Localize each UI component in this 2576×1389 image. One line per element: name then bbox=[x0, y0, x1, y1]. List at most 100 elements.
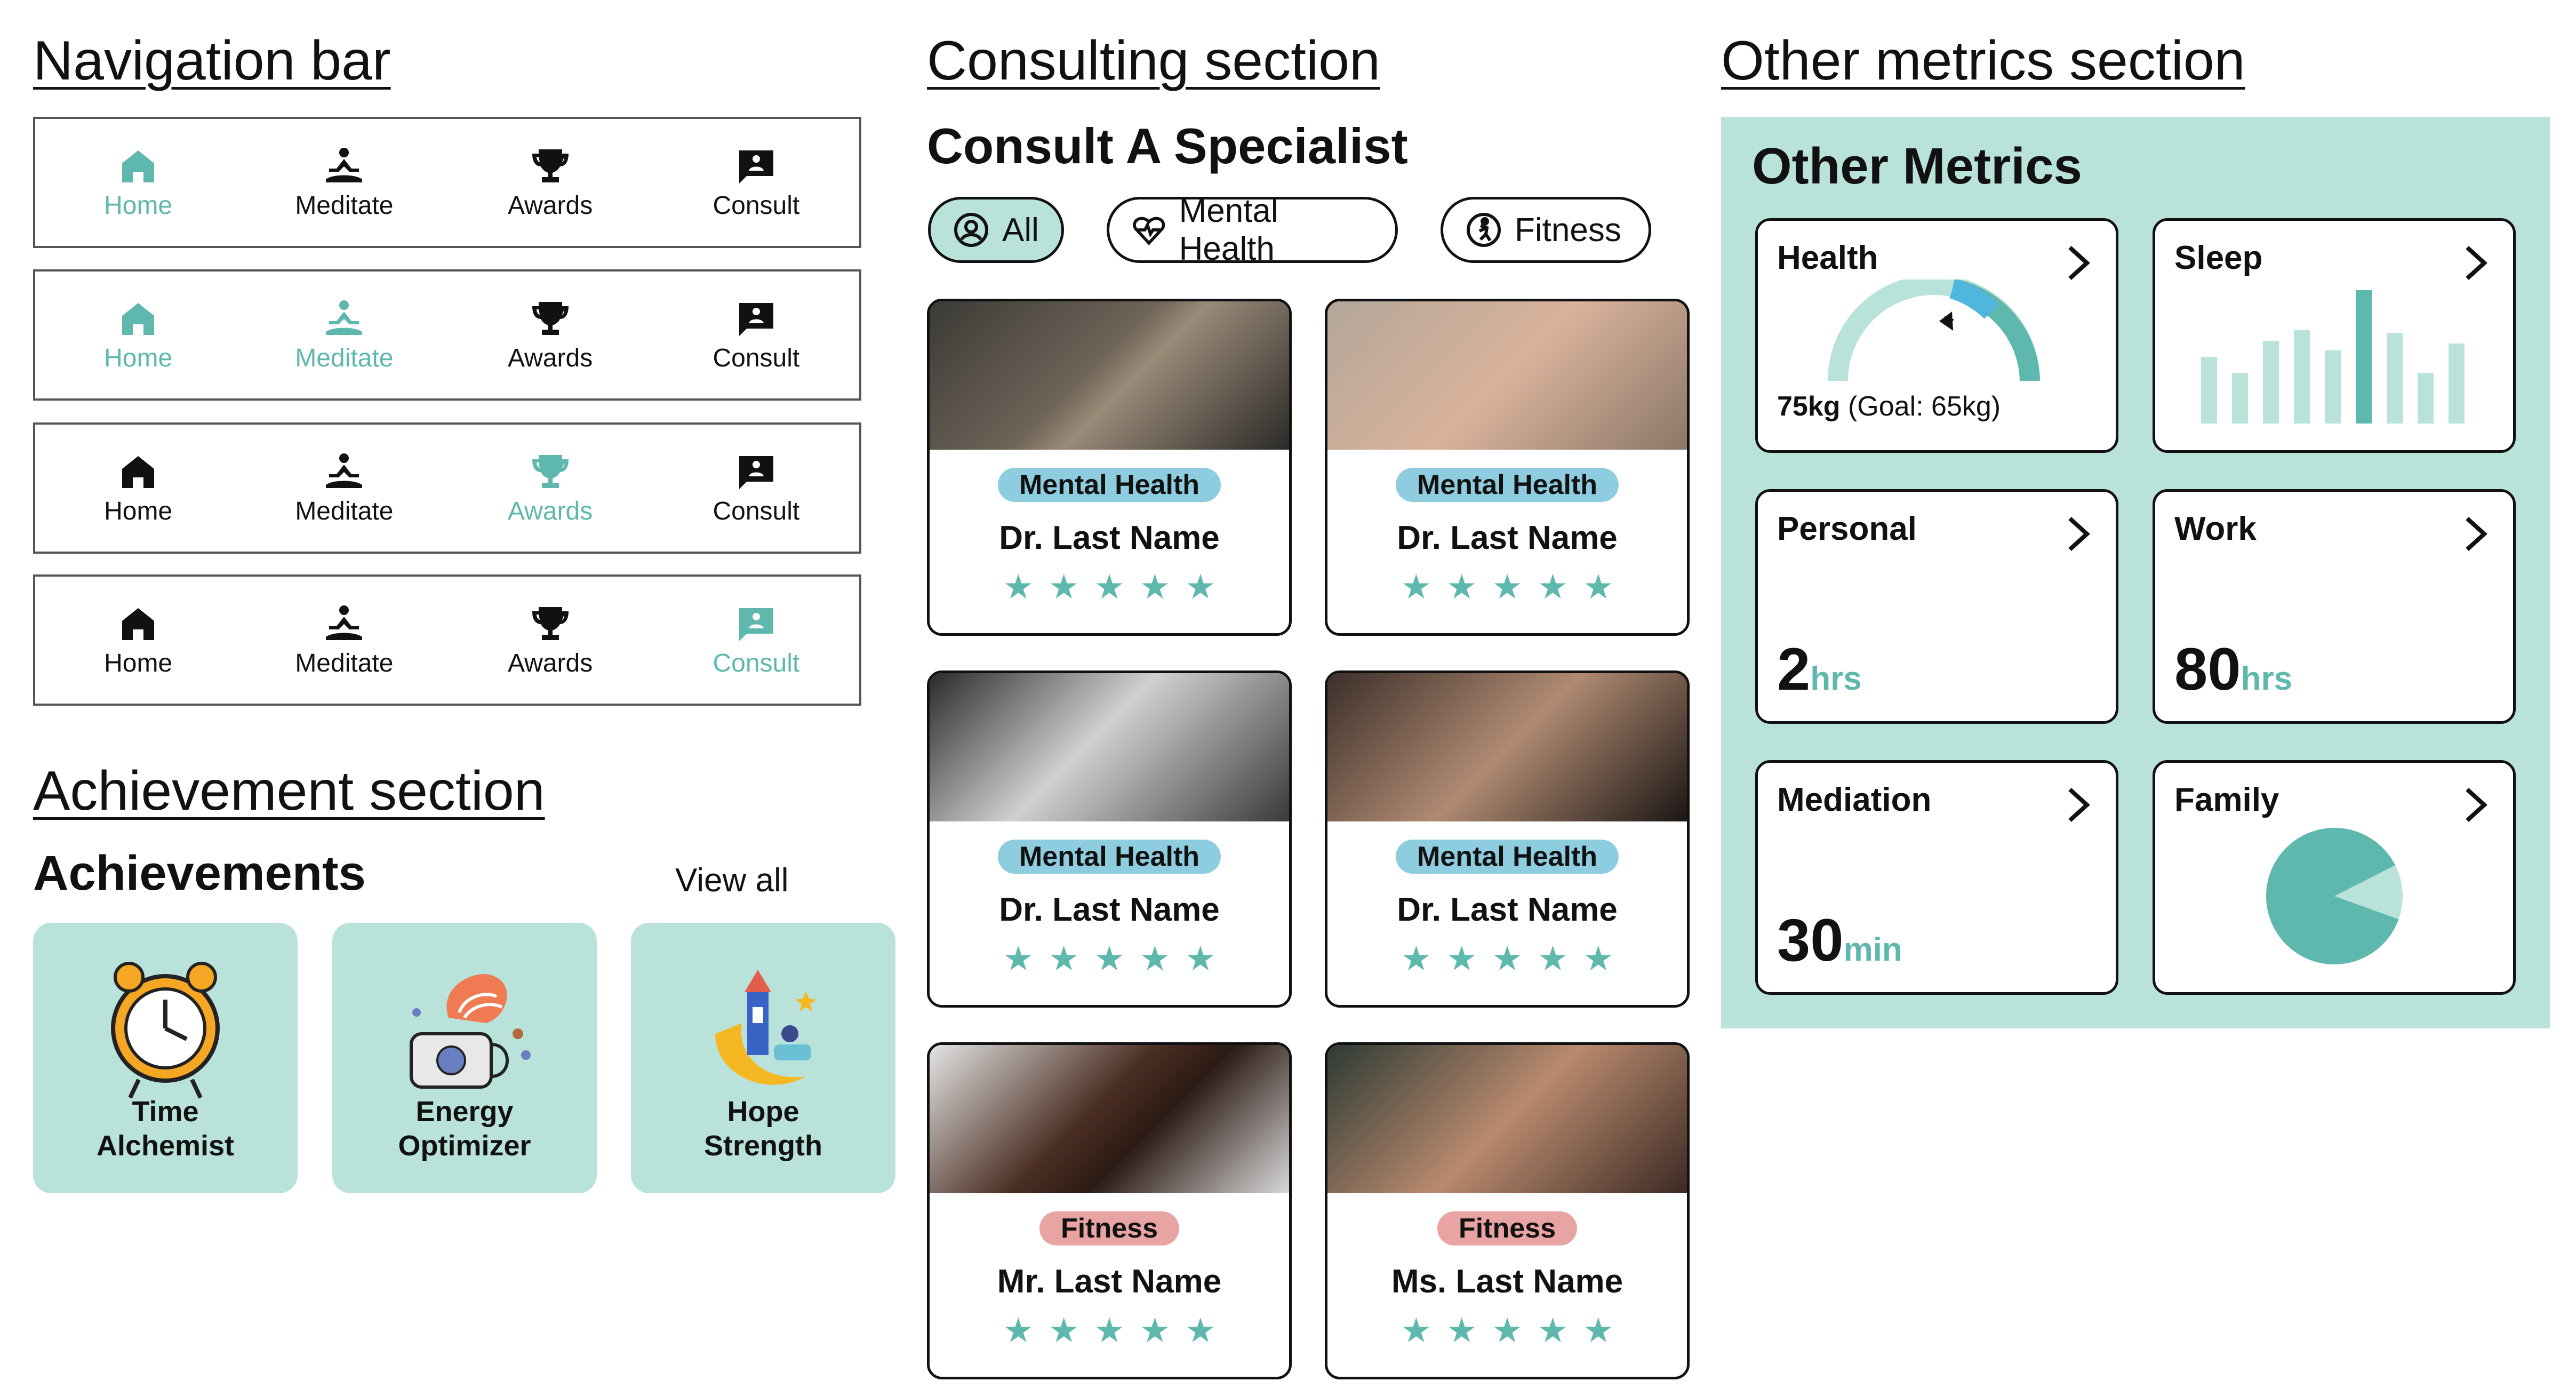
health-goal: (Goal: 65kg) bbox=[1847, 391, 2001, 422]
metric-title: Sleep bbox=[2174, 240, 2263, 276]
specialist-photo bbox=[930, 301, 1289, 450]
metric-unit: hrs bbox=[2241, 660, 2293, 697]
achievement-name-line1: Energy bbox=[415, 1096, 514, 1128]
metric-card-mediation[interactable]: Mediation 30min bbox=[1755, 760, 2118, 995]
star-icon: ★ bbox=[1003, 1311, 1049, 1350]
nav-item-meditate[interactable]: Meditate bbox=[264, 603, 424, 678]
star-icon: ★ bbox=[1048, 568, 1094, 606]
nav-item-label: Home bbox=[104, 649, 173, 677]
rating-stars: ★★★★★ bbox=[930, 1311, 1289, 1351]
metrics-title: Other Metrics bbox=[1752, 138, 2082, 195]
home-icon bbox=[122, 150, 155, 182]
metric-value-row: 30min bbox=[1777, 906, 1902, 975]
specialist-card[interactable]: Mental Health Dr. Last Name ★★★★★ bbox=[927, 299, 1292, 636]
sleep-bar bbox=[2325, 350, 2341, 424]
nav-item-label: Consult bbox=[713, 191, 800, 220]
star-icon: ★ bbox=[1185, 1311, 1231, 1350]
user-circle-icon bbox=[954, 213, 988, 247]
star-icon: ★ bbox=[1048, 939, 1094, 978]
metric-card-health[interactable]: Health 75kg (Goal: 65kg) bbox=[1755, 218, 2118, 453]
specialist-card[interactable]: Mental Health Dr. Last Name ★★★★★ bbox=[1325, 670, 1690, 1008]
meditate-icon bbox=[326, 300, 363, 335]
specialist-name: Dr. Last Name bbox=[999, 891, 1220, 928]
navigation-bar: Home Meditate Awards Consult bbox=[33, 269, 861, 401]
nav-item-home[interactable]: Home bbox=[58, 145, 218, 220]
metric-title: Personal bbox=[1777, 510, 1917, 547]
achievement-card-hope-strength[interactable]: Hope Strength bbox=[631, 923, 895, 1193]
rating-stars: ★★★★★ bbox=[1327, 939, 1687, 979]
star-icon: ★ bbox=[1446, 568, 1492, 606]
specialist-category-tag: Mental Health bbox=[997, 468, 1221, 502]
nav-item-consult[interactable]: Consult bbox=[676, 145, 836, 220]
metric-card-sleep[interactable]: Sleep bbox=[2153, 218, 2516, 453]
metric-title: Family bbox=[2174, 781, 2279, 818]
awards-icon bbox=[532, 301, 569, 335]
metric-card-family[interactable]: Family bbox=[2153, 760, 2516, 995]
view-all-link[interactable]: View all bbox=[675, 861, 789, 899]
nav-item-meditate[interactable]: Meditate bbox=[264, 298, 424, 373]
filter-chip-mental-health[interactable]: Mental Health bbox=[1107, 193, 1398, 267]
nav-item-meditate[interactable]: Meditate bbox=[264, 145, 424, 220]
nav-item-consult[interactable]: Consult bbox=[676, 451, 836, 526]
metric-card-personal[interactable]: Personal 2hrs bbox=[1755, 489, 2118, 724]
nav-item-label: Meditate bbox=[295, 191, 394, 220]
specialist-card[interactable]: Mental Health Dr. Last Name ★★★★★ bbox=[927, 670, 1292, 1008]
nav-item-awards[interactable]: Awards bbox=[470, 603, 630, 678]
awards-icon bbox=[532, 454, 569, 488]
sleep-bar-chart bbox=[2201, 290, 2465, 424]
coffee-cup-icon bbox=[410, 974, 531, 1089]
metric-value: 30 bbox=[1777, 907, 1844, 973]
filter-chip-fitness[interactable]: Fitness bbox=[1441, 197, 1651, 263]
specialist-photo bbox=[930, 673, 1289, 821]
chevron-right-icon bbox=[2466, 788, 2487, 822]
sleep-bar bbox=[2449, 344, 2465, 424]
achievement-card-energy-optimizer[interactable]: Energy Optimizer bbox=[332, 923, 597, 1193]
navigation-bar: Home Meditate Awards Consult bbox=[33, 422, 861, 554]
specialist-category-tag: Fitness bbox=[1437, 1211, 1578, 1246]
nav-item-awards[interactable]: Awards bbox=[470, 298, 630, 373]
specialist-photo bbox=[930, 1045, 1289, 1193]
specialist-card[interactable]: Fitness Ms. Last Name ★★★★★ bbox=[1325, 1042, 1690, 1379]
filter-chip-all[interactable]: All bbox=[928, 197, 1064, 263]
nav-item-consult[interactable]: Consult bbox=[676, 298, 836, 373]
nav-item-awards[interactable]: Awards bbox=[470, 145, 630, 220]
star-icon: ★ bbox=[1583, 1311, 1629, 1350]
metric-title: Health bbox=[1777, 240, 1878, 276]
star-icon: ★ bbox=[1537, 939, 1583, 978]
specialist-photo bbox=[1327, 1045, 1687, 1193]
nav-item-home[interactable]: Home bbox=[58, 298, 218, 373]
metric-card-work[interactable]: Work 80hrs bbox=[2153, 489, 2516, 724]
nav-item-home[interactable]: Home bbox=[58, 451, 218, 526]
chevron-right-icon bbox=[2068, 517, 2090, 551]
home-icon bbox=[122, 302, 155, 335]
nav-item-label: Awards bbox=[508, 649, 593, 677]
star-icon: ★ bbox=[1537, 568, 1583, 606]
star-icon: ★ bbox=[1537, 1311, 1583, 1350]
star-icon: ★ bbox=[1401, 939, 1446, 978]
achievement-name-line2: Alchemist bbox=[96, 1130, 235, 1162]
star-icon: ★ bbox=[1003, 568, 1049, 606]
nav-item-consult[interactable]: Consult bbox=[676, 603, 836, 678]
nav-item-meditate[interactable]: Meditate bbox=[264, 451, 424, 526]
nav-item-label: Home bbox=[104, 497, 173, 525]
rating-stars: ★★★★★ bbox=[930, 939, 1289, 979]
awards-icon bbox=[532, 606, 569, 640]
star-icon: ★ bbox=[1048, 1311, 1094, 1350]
nav-item-home[interactable]: Home bbox=[58, 603, 218, 678]
chevron-right-icon bbox=[2466, 246, 2487, 280]
specialist-name: Dr. Last Name bbox=[1397, 891, 1618, 928]
sleep-bar bbox=[2263, 341, 2279, 424]
achievement-card-time-alchemist[interactable]: Time Alchemist bbox=[33, 923, 298, 1193]
nav-item-awards[interactable]: Awards bbox=[470, 451, 630, 526]
metric-value: 80 bbox=[2174, 636, 2241, 703]
specialist-card[interactable]: Fitness Mr. Last Name ★★★★★ bbox=[927, 1042, 1292, 1379]
star-icon: ★ bbox=[1185, 568, 1231, 606]
specialist-card[interactable]: Mental Health Dr. Last Name ★★★★★ bbox=[1325, 299, 1690, 636]
family-pie-chart bbox=[2266, 828, 2403, 964]
specialist-name: Dr. Last Name bbox=[999, 520, 1220, 556]
specialist-photo bbox=[1327, 673, 1687, 821]
sleep-bar bbox=[2232, 373, 2248, 424]
heart-pulse-icon bbox=[1133, 217, 1165, 245]
star-icon: ★ bbox=[1492, 1311, 1538, 1350]
navigation-bar: Home Meditate Awards Consult bbox=[33, 574, 861, 706]
